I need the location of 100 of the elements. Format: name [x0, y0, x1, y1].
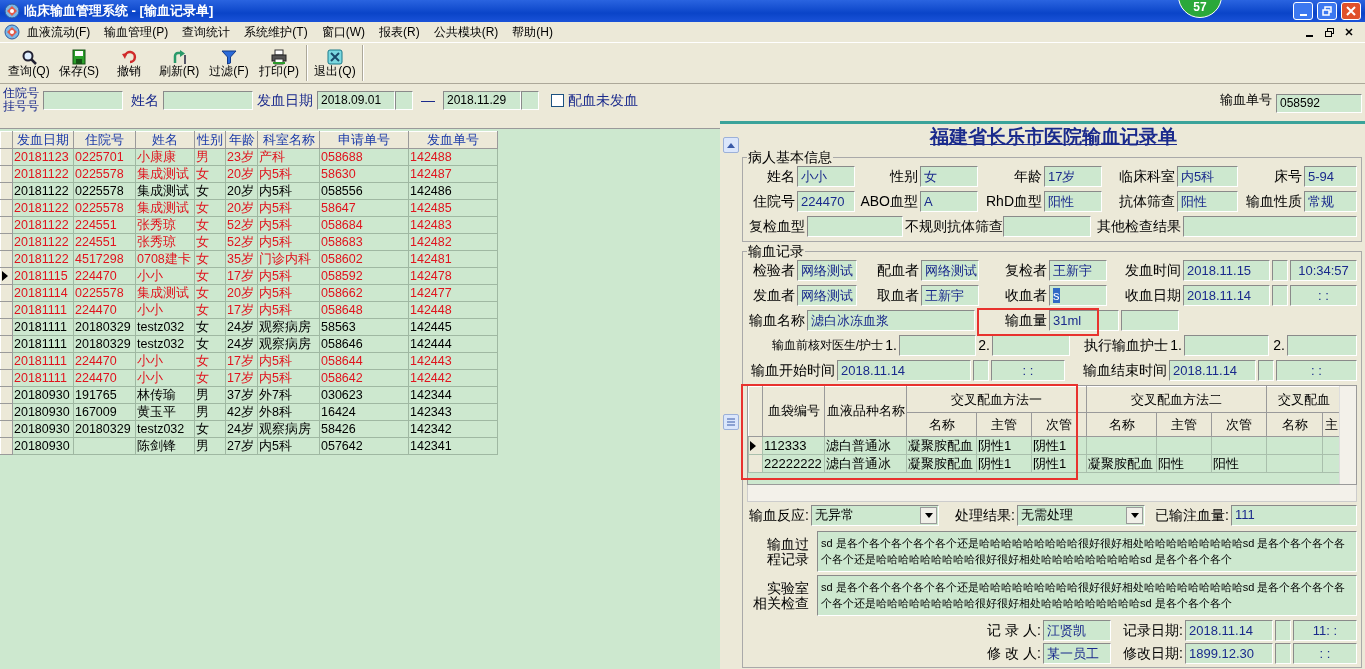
text-field[interactable] — [43, 90, 123, 110]
table-cell: 142481 — [408, 250, 498, 268]
text-field[interactable]: 111 — [1231, 504, 1357, 526]
date-picker-button[interactable] — [1275, 643, 1291, 664]
column-header[interactable]: 血袋编号 — [762, 386, 825, 437]
column-header[interactable]: 交叉配血方法一 — [906, 386, 1087, 413]
text-field[interactable]: 小小 — [797, 166, 855, 187]
list-button[interactable] — [723, 414, 739, 430]
text-field[interactable] — [1183, 216, 1357, 237]
text-area[interactable]: sd 是各个各个各个各个各个还是哈哈哈哈哈哈哈哈哈很好很好相处哈哈哈哈哈哈哈哈哈sd 是各个各个各个各个各个还是哈哈哈哈哈哈哈哈哈很好很好相处哈哈哈哈哈哈哈哈哈sd 是各个各个各个 — [817, 575, 1357, 616]
text-field[interactable] — [1287, 335, 1357, 356]
menu-item[interactable]: 公共模块(R) — [426, 24, 506, 40]
date-field[interactable]: 2018.11.29 — [443, 90, 521, 110]
date-field[interactable]: 2018.11.14 — [1183, 285, 1270, 306]
toolbar-button[interactable]: 保存(S) — [54, 47, 104, 79]
date-picker-button[interactable] — [1258, 360, 1274, 381]
text-field[interactable]: s — [1049, 285, 1107, 306]
table-cell: 内5科 — [257, 216, 320, 234]
text-area[interactable]: sd 是各个各个各个各个各个还是哈哈哈哈哈哈哈哈哈很好很好相处哈哈哈哈哈哈哈哈哈sd 是各个各个各个各个各个还是哈哈哈哈哈哈哈哈哈很好很好相处哈哈哈哈哈哈哈哈哈sd 是各个各个各个 — [817, 531, 1357, 572]
checkbox[interactable] — [551, 93, 564, 107]
text-field[interactable]: 某一员工 — [1043, 643, 1111, 664]
time-field[interactable]: : : — [1276, 360, 1357, 381]
text-field[interactable] — [899, 335, 976, 356]
date-picker-button[interactable] — [973, 360, 989, 381]
menu-item[interactable]: 系统维护(T) — [237, 24, 315, 40]
text-field[interactable] — [807, 216, 903, 237]
date-field[interactable]: 2018.11.15 — [1183, 260, 1270, 281]
text-field[interactable]: 5-94 — [1304, 166, 1357, 187]
column-header[interactable]: 交叉配血 — [1266, 386, 1341, 413]
text-field[interactable]: 内5科 — [1177, 166, 1238, 187]
scrollbar[interactable] — [1339, 386, 1356, 484]
menu-item[interactable]: 查询统计 — [175, 24, 238, 40]
column-header[interactable]: 姓名 — [135, 131, 195, 149]
scrollbar[interactable] — [747, 485, 1357, 502]
dropdown[interactable]: 无需处理 — [1017, 504, 1145, 526]
text-field[interactable]: 女 — [920, 166, 978, 187]
toolbar-button[interactable]: 过滤(F) — [204, 47, 254, 79]
text-field[interactable]: 阳性 — [1177, 191, 1238, 212]
text-field[interactable] — [992, 335, 1070, 356]
column-header[interactable]: 申请单号 — [319, 131, 409, 149]
column-header[interactable]: 发血单号 — [408, 131, 498, 149]
menu-item[interactable]: 窗口(W) — [314, 24, 372, 40]
column-header[interactable]: 住院号 — [73, 131, 136, 149]
scroll-up-button[interactable] — [723, 137, 739, 153]
text-field[interactable] — [1184, 335, 1269, 356]
table-cell: 观察病房 — [257, 318, 320, 336]
text-field[interactable]: 江贤凯 — [1043, 620, 1111, 641]
column-header[interactable]: 血液品种名称 — [824, 386, 907, 437]
table-cell: 内5科 — [257, 165, 320, 183]
date-field[interactable]: 2018.11.14 — [1185, 620, 1273, 641]
column-header[interactable]: 发血日期 — [12, 131, 74, 149]
text-field[interactable] — [1121, 310, 1179, 331]
date-picker-button[interactable] — [1272, 260, 1288, 281]
column-header[interactable]: 年龄 — [225, 131, 258, 149]
text-field[interactable]: 058592 — [1276, 94, 1362, 113]
text-field[interactable]: 王新宇 — [921, 285, 979, 306]
text-field[interactable]: 滤白冰冻血浆 — [807, 310, 975, 331]
text-field[interactable]: 网络测试 — [797, 260, 857, 281]
menu-item[interactable]: 输血管理(P) — [97, 24, 176, 40]
time-field[interactable]: 10:34:57 — [1290, 260, 1357, 281]
menu-item[interactable]: 血液流动(F) — [20, 24, 98, 40]
text-field[interactable]: 常规 — [1304, 191, 1357, 212]
table-cell: 产科 — [257, 148, 320, 166]
date-field[interactable]: 2018.11.14 — [1169, 360, 1256, 381]
toolbar-button[interactable]: 打印(P) — [254, 47, 304, 79]
text-field[interactable]: 224470 — [797, 191, 855, 212]
date-picker-button[interactable] — [521, 90, 539, 110]
table-cell: 20181122 — [12, 199, 74, 217]
date-picker-button[interactable] — [1275, 620, 1291, 641]
toolbar-button[interactable]: 刷新(R) — [154, 47, 204, 79]
column-header[interactable]: 性别 — [194, 131, 226, 149]
date-picker-button[interactable] — [395, 90, 413, 110]
column-header[interactable]: 科室名称 — [257, 131, 320, 149]
date-field[interactable]: 1899.12.30 — [1185, 643, 1273, 664]
column-header[interactable]: 交叉配血方法二 — [1086, 386, 1267, 413]
time-field[interactable]: : : — [991, 360, 1065, 381]
text-field[interactable] — [1003, 216, 1091, 237]
text-field[interactable]: 网络测试 — [921, 260, 979, 281]
toolbar-button[interactable]: 退出(Q) — [310, 47, 360, 79]
date-field[interactable]: 2018.11.14 — [837, 360, 971, 381]
text-field[interactable] — [163, 90, 253, 110]
text-field[interactable]: 阳性 — [1044, 191, 1102, 212]
menu-item[interactable]: 报表(R) — [372, 24, 427, 40]
table-cell: 20180930 — [12, 437, 74, 455]
date-field[interactable]: 2018.09.01 — [317, 90, 395, 110]
text-field[interactable]: A — [920, 191, 978, 212]
date-picker-button[interactable] — [1272, 285, 1288, 306]
text-field[interactable]: 17岁 — [1044, 166, 1102, 187]
time-field[interactable]: 11: : — [1293, 620, 1357, 641]
text-field[interactable]: 王新宇 — [1049, 260, 1107, 281]
text-field[interactable]: 网络测试 — [797, 285, 857, 306]
dropdown[interactable]: 无异常 — [811, 504, 939, 526]
time-field[interactable]: : : — [1293, 643, 1357, 664]
toolbar-button[interactable]: 撤销 — [104, 47, 154, 79]
table-cell: 058602 — [319, 250, 409, 268]
text-field[interactable]: 31ml — [1049, 310, 1119, 331]
toolbar-button[interactable]: 查询(Q) — [4, 47, 54, 79]
time-field[interactable]: : : — [1290, 285, 1357, 306]
table-cell: 142487 — [408, 165, 498, 183]
menu-item[interactable]: 帮助(H) — [505, 24, 560, 40]
